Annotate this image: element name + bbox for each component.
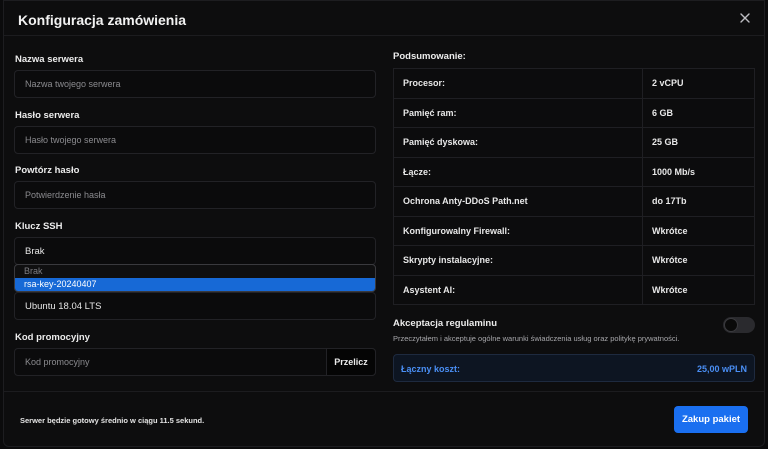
summary-value: Wkrótce xyxy=(642,274,755,305)
summary-title: Podsumowanie: xyxy=(393,51,466,62)
table-row: Pamięć dyskowa: 25 GB xyxy=(393,127,755,158)
ssh-option-rsa-key[interactable]: rsa-key-20240407 xyxy=(15,278,375,291)
modal-title: Konfiguracja zamówienia xyxy=(18,12,187,28)
summary-key: Łącze: xyxy=(393,156,643,187)
total-cost-label: Łączny koszt: xyxy=(401,364,461,374)
server-name-input[interactable]: Nazwa twojego serwera xyxy=(14,70,376,98)
os-select[interactable]: Ubuntu 18.04 LTS xyxy=(14,292,376,320)
terms-text: Przeczytałem i akceptuje ogólne warunki … xyxy=(393,334,680,343)
summary-key: Asystent AI: xyxy=(393,274,643,305)
summary-value: 25 GB xyxy=(642,127,755,158)
order-config-modal: Konfiguracja zamówienia Nazwa serwera Na… xyxy=(3,0,765,447)
table-row: Skrypty instalacyjne: Wkrótce xyxy=(393,245,755,276)
summary-value: 2 vCPU xyxy=(642,68,755,99)
summary-key: Ochrona Anty-DDoS Path.net xyxy=(393,186,643,217)
ready-time-info: Serwer będzie gotowy średnio w ciągu 11.… xyxy=(20,416,205,425)
close-icon[interactable] xyxy=(738,11,752,25)
table-row: Łącze: 1000 Mb/s xyxy=(393,156,755,187)
summary-key: Procesor: xyxy=(393,68,643,99)
summary-value: 1000 Mb/s xyxy=(642,156,755,187)
total-cost-value: 25,00 wPLN xyxy=(696,364,747,374)
repeat-password-label: Powtórz hasło xyxy=(15,165,80,176)
summary-key: Skrypty instalacyjne: xyxy=(393,245,643,276)
total-cost-box: Łączny koszt: 25,00 wPLN xyxy=(393,354,755,382)
ssh-key-label: Klucz SSH xyxy=(15,221,63,232)
table-row: Pamięć ram: 6 GB xyxy=(393,97,755,128)
table-row: Procesor: 2 vCPU xyxy=(393,68,755,99)
ssh-key-dropdown-list: Brak rsa-key-20240407 xyxy=(14,264,376,292)
buy-package-button[interactable]: Zakup pakiet xyxy=(674,406,748,433)
summary-key: Pamięć ram: xyxy=(393,97,643,128)
table-row: Konfigurowalny Firewall: Wkrótce xyxy=(393,215,755,246)
summary-value: do 17Tb xyxy=(642,186,755,217)
recalculate-button[interactable]: Przelicz xyxy=(326,348,376,376)
ssh-key-select[interactable]: Brak xyxy=(14,237,376,265)
terms-toggle[interactable] xyxy=(723,317,755,333)
repeat-password-input[interactable]: Potwierdzenie hasła xyxy=(14,181,376,209)
summary-value: Wkrótce xyxy=(642,245,755,276)
modal-header: Konfiguracja zamówienia xyxy=(4,1,764,36)
summary-table: Procesor: 2 vCPU Pamięć ram: 6 GB Pamięć d… xyxy=(393,68,755,305)
server-name-label: Nazwa serwera xyxy=(15,54,84,65)
server-password-input[interactable]: Hasło twojego serwera xyxy=(14,126,376,154)
summary-key: Konfigurowalny Firewall: xyxy=(393,215,643,246)
summary-value: 6 GB xyxy=(642,97,755,128)
terms-title: Akceptacja regulaminu xyxy=(393,318,498,329)
promo-input[interactable] xyxy=(15,349,323,375)
ssh-option-none[interactable]: Brak xyxy=(15,265,375,278)
summary-value: Wkrótce xyxy=(642,215,755,246)
toggle-knob xyxy=(724,318,738,332)
server-password-label: Hasło serwera xyxy=(15,110,80,121)
table-row: Ochrona Anty-DDoS Path.net do 17Tb xyxy=(393,186,755,217)
summary-key: Pamięć dyskowa: xyxy=(393,127,643,158)
modal-footer: Serwer będzie gotowy średnio w ciągu 11.… xyxy=(4,391,764,448)
table-row: Asystent AI: Wkrótce xyxy=(393,274,755,305)
promo-field: Przelicz xyxy=(14,348,376,376)
promo-label: Kod promocyjny xyxy=(15,332,90,343)
